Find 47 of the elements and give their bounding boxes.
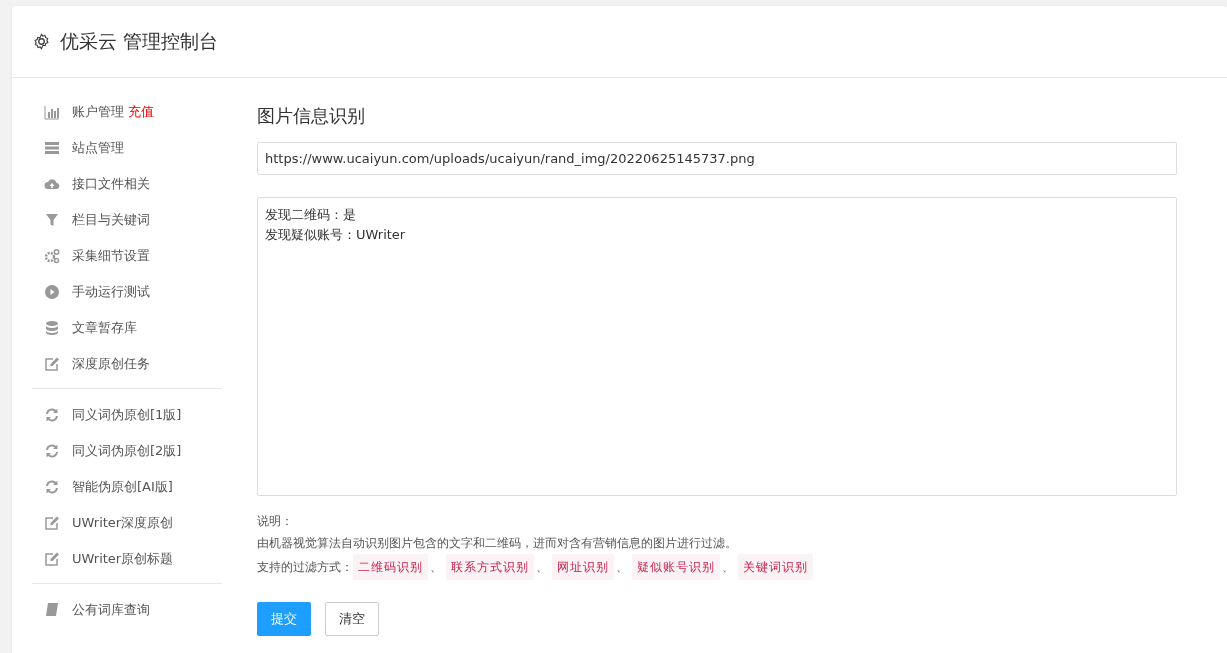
cloud-upload-icon xyxy=(44,176,60,192)
sidebar-item[interactable]: UWriter原创标题 xyxy=(72,550,174,568)
sidebar-item[interactable]: 同义词伪原创[2版] xyxy=(72,442,182,460)
clear-button[interactable]: 清空 xyxy=(325,602,379,636)
result-box[interactable]: 发现二维码：是 发现疑似账号：UWriter xyxy=(257,197,1177,496)
filter-method-tag: 疑似账号识别 xyxy=(632,554,720,580)
separator: 、 xyxy=(536,559,548,576)
filter-method-tag: 关键词识别 xyxy=(738,554,813,580)
edit-icon xyxy=(44,515,60,531)
sidebar-item[interactable]: 手动运行测试 xyxy=(72,283,150,301)
refresh-icon xyxy=(44,443,60,459)
filter-icon xyxy=(44,212,60,228)
sidebar-item[interactable]: 同义词伪原创[1版] xyxy=(72,406,182,424)
console-title: 优采云 管理控制台 xyxy=(60,28,219,54)
refresh-icon xyxy=(44,407,60,423)
notes-description: 由机器视觉算法自动识别图片包含的文字和二维码，进而对含有营销信息的图片进行过滤。 xyxy=(257,535,738,552)
filter-method-tag: 网址识别 xyxy=(552,554,614,580)
server-icon xyxy=(44,140,60,156)
separator: 、 xyxy=(722,559,734,576)
sidebar-item[interactable]: 栏目与关键词 xyxy=(72,211,150,229)
result-line: 发现二维码：是 xyxy=(265,206,357,224)
recharge-link[interactable]: 充值 xyxy=(128,103,154,121)
sidebar-item[interactable]: 站点管理 xyxy=(72,139,124,157)
filter-method-tag: 二维码识别 xyxy=(353,554,428,580)
bar-chart-icon xyxy=(44,104,60,120)
settings-icon xyxy=(33,33,50,50)
sidebar-item[interactable]: 公有词库查询 xyxy=(72,601,150,619)
notes-heading: 说明： xyxy=(257,513,294,530)
sidebar-item[interactable]: 采集细节设置 xyxy=(72,247,150,265)
sidebar-item[interactable]: 文章暂存库 xyxy=(72,319,137,337)
sidebar-item[interactable]: 智能伪原创[AI版] xyxy=(72,478,173,496)
separator: 、 xyxy=(616,559,628,576)
play-icon xyxy=(44,284,60,300)
url-field[interactable]: https://www.ucaiyun.com/uploads/ucaiyun/rand_img/20220625145737.png xyxy=(257,142,1177,175)
sidebar-item[interactable]: 账户管理 xyxy=(72,103,124,121)
section-title: 图片信息识别 xyxy=(257,104,366,128)
edit-icon xyxy=(44,356,60,372)
edit-icon xyxy=(44,551,60,567)
filter-method-tag: 联系方式识别 xyxy=(446,554,534,580)
refresh-icon xyxy=(44,479,60,495)
methods-label: 支持的过滤方式： xyxy=(257,559,353,576)
sidebar-item[interactable]: 接口文件相关 xyxy=(72,175,150,193)
result-line: 发现疑似账号：UWriter xyxy=(265,226,407,244)
sidebar-item[interactable]: UWriter深度原创 xyxy=(72,514,174,532)
database-icon xyxy=(44,320,60,336)
sidebar-item[interactable]: 深度原创任务 xyxy=(72,355,150,373)
separator: 、 xyxy=(430,559,442,576)
